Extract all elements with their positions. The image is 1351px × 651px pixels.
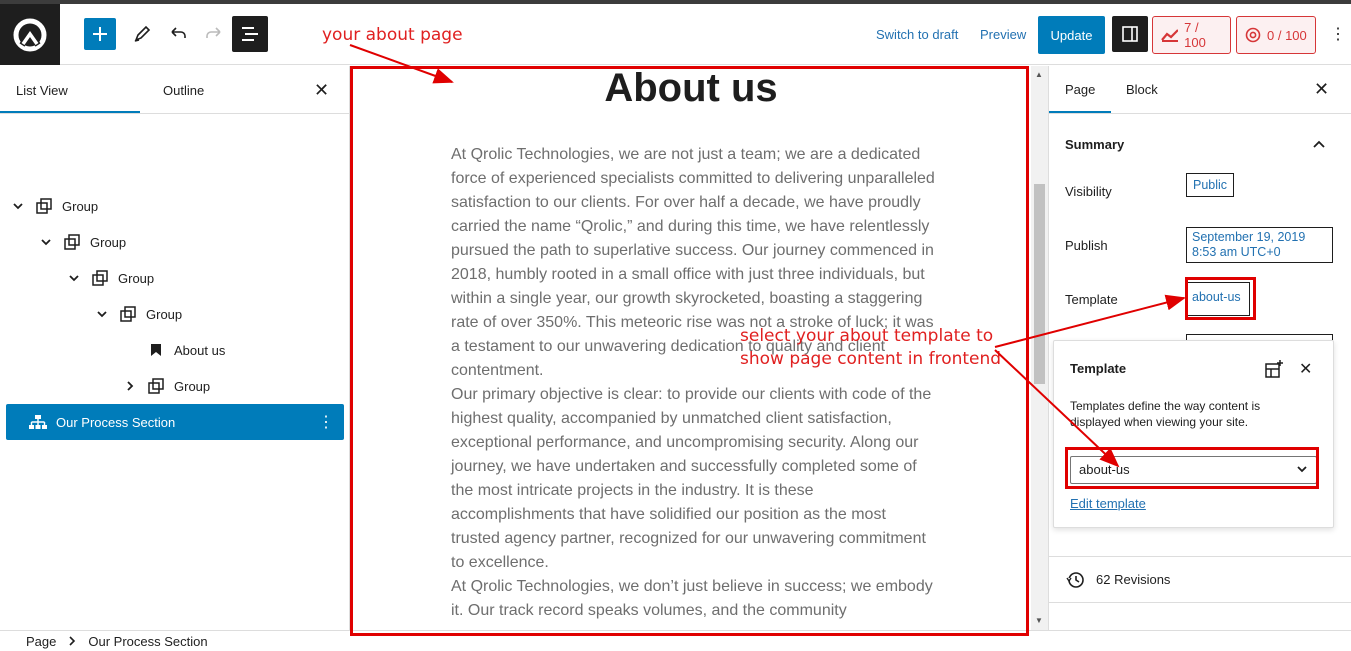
- annotation-arrows: [349, 44, 1186, 468]
- arrow-to-template-button: [994, 294, 1186, 348]
- arrow-to-page: [349, 44, 454, 84]
- arrow-to-template-select: [994, 349, 1120, 468]
